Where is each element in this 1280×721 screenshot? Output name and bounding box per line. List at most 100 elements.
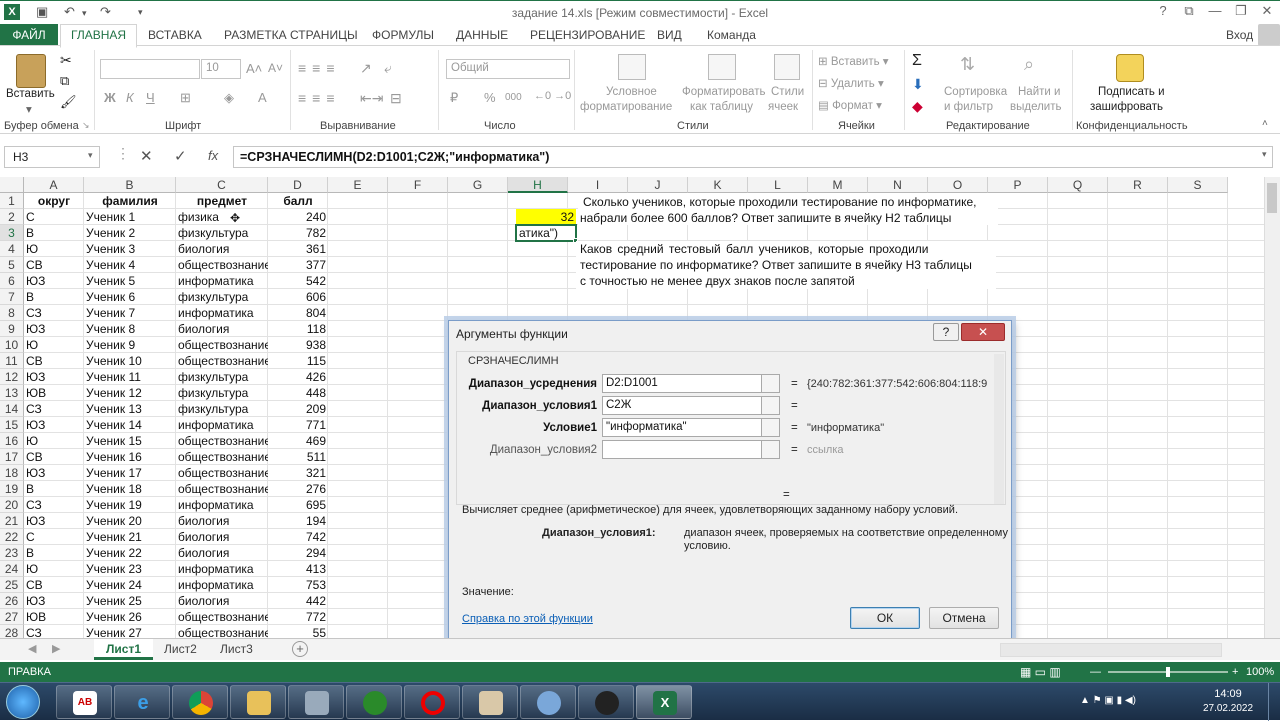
cell-styles-label-1[interactable]: Стили [771,86,804,98]
data-cell[interactable]: 194 [268,513,328,529]
row-header[interactable]: 15 [0,417,24,433]
data-cell[interactable]: Ученик 1 [84,209,176,225]
tab-file[interactable]: ФАЙЛ [0,24,58,46]
arg-input-average-range[interactable]: D2:D1001 [602,374,780,393]
font-color-icon[interactable]: A [258,90,267,105]
cell-styles-icon[interactable] [774,54,800,80]
data-cell[interactable]: Ученик 23 [84,561,176,577]
sort-filter-label-1[interactable]: Сортировка [944,86,1007,98]
collapse-ribbon-icon[interactable]: ˄ [1262,118,1268,129]
data-cell[interactable]: физика [176,209,268,225]
tray-icons[interactable]: ▲ ⚑ ▣ ▮ ◀) [1080,695,1136,706]
data-cell[interactable]: 413 [268,561,328,577]
confirm-entry-icon[interactable]: ✓ [174,147,187,165]
column-header-g[interactable]: G [448,177,508,193]
data-cell[interactable]: биология [176,321,268,337]
data-cell[interactable]: СВ [24,257,84,273]
data-cell[interactable]: С [24,529,84,545]
column-header-i[interactable]: I [568,177,628,193]
data-cell[interactable]: 294 [268,545,328,561]
column-header-j[interactable]: J [628,177,688,193]
data-cell[interactable]: Ученик 20 [84,513,176,529]
data-cell[interactable]: биология [176,241,268,257]
header-cell-b[interactable]: фамилия [84,193,176,209]
row-header[interactable]: 27 [0,609,24,625]
data-cell[interactable]: Ученик 26 [84,609,176,625]
data-cell[interactable]: Ученик 27 [84,625,176,638]
data-cell[interactable]: Ученик 8 [84,321,176,337]
column-header-p[interactable]: P [988,177,1048,193]
cancel-button[interactable]: Отмена [929,607,999,629]
data-cell[interactable]: Ученик 21 [84,529,176,545]
zoom-slider-thumb[interactable] [1166,667,1170,677]
data-cell[interactable]: 55 [268,625,328,638]
cell-h3[interactable]: атика") [517,225,575,241]
column-header-b[interactable]: B [84,177,176,193]
row-header[interactable]: 16 [0,433,24,449]
column-header-s[interactable]: S [1168,177,1228,193]
question2-line1[interactable]: Каков средний тестовый балл учеников, ко… [578,241,931,257]
taskbar-obs[interactable] [578,685,634,719]
data-cell[interactable]: 695 [268,497,328,513]
taskbar-magnifier[interactable] [520,685,576,719]
decimal-icons[interactable]: ←0 →0 [534,90,571,102]
tab-formulas[interactable]: ФОРМУЛЫ [372,28,434,42]
data-cell[interactable]: СВ [24,353,84,369]
conditional-formatting-label-1[interactable]: Условное [606,86,657,98]
data-cell[interactable]: В [24,289,84,305]
data-cell[interactable]: ЮВ [24,385,84,401]
header-cell-c[interactable]: предмет [176,193,268,209]
insert-function-icon[interactable]: fx [208,148,218,163]
show-desktop-button[interactable] [1268,683,1280,721]
data-cell[interactable]: 469 [268,433,328,449]
column-header-n[interactable]: N [868,177,928,193]
data-cell[interactable]: физкультура [176,369,268,385]
tab-team[interactable]: Команда [707,28,756,42]
delete-cells-button[interactable]: ⊟ Удалить ▾ [818,76,884,90]
row-header[interactable]: 8 [0,305,24,321]
cancel-entry-icon[interactable]: ✕ [140,147,153,165]
arg-input-criteria-range1[interactable]: C2Ж [602,396,780,415]
arg-input-criteria1[interactable]: "информатика" [602,418,780,437]
taskbar-abnet[interactable]: AB [56,685,112,719]
data-cell[interactable]: Ученик 18 [84,481,176,497]
data-cell[interactable]: информатика [176,561,268,577]
percent-button[interactable]: % [484,90,496,105]
formula-input[interactable]: =СРЗНАЧЕСЛИМН(D2:D1001;C2Ж;"информатика"… [233,146,1273,168]
collapse-dialog-icon[interactable] [761,418,780,437]
data-cell[interactable]: информатика [176,497,268,513]
tab-insert[interactable]: ВСТАВКА [148,28,202,42]
row-header[interactable]: 3 [0,225,24,241]
cut-icon[interactable]: ✂ [60,52,72,69]
data-cell[interactable]: обществознание [176,433,268,449]
sort-filter-icon[interactable]: ⇅ [960,54,986,80]
clock-date[interactable]: 27.02.2022 [1196,703,1260,714]
borders-icon[interactable]: ⊞ [180,90,191,106]
data-cell[interactable]: ЮЗ [24,465,84,481]
data-cell[interactable]: 938 [268,337,328,353]
data-cell[interactable]: обществознание [176,257,268,273]
conditional-formatting-label-2[interactable]: форматирование [580,101,672,113]
data-cell[interactable]: биология [176,545,268,561]
row-header[interactable]: 17 [0,449,24,465]
row-header[interactable]: 28 [0,625,24,638]
indent-icons[interactable]: ⇤⇥ [360,90,383,107]
column-header-c[interactable]: C [176,177,268,193]
paste-dropdown-icon[interactable]: ▾ [26,102,32,116]
taskbar-opera[interactable] [404,685,460,719]
data-cell[interactable]: Ученик 9 [84,337,176,353]
zoom-level[interactable]: 100% [1246,662,1274,682]
header-cell-a[interactable]: округ [24,193,84,209]
data-cell[interactable]: Ученик 15 [84,433,176,449]
format-cells-button[interactable]: ▤ Формат ▾ [818,98,882,112]
row-header[interactable]: 10 [0,337,24,353]
sign-encrypt-label-2[interactable]: зашифровать [1090,101,1163,113]
tab-review[interactable]: РЕЦЕНЗИРОВАНИЕ [530,28,645,42]
data-cell[interactable]: ЮЗ [24,513,84,529]
data-cell[interactable]: СЗ [24,401,84,417]
data-cell[interactable]: обществознание [176,337,268,353]
data-cell[interactable]: 377 [268,257,328,273]
question1-line1[interactable]: Сколько учеников, которые проходили тест… [581,194,978,210]
data-cell[interactable]: Ученик 25 [84,593,176,609]
cell-h2[interactable]: 32 [516,209,576,225]
